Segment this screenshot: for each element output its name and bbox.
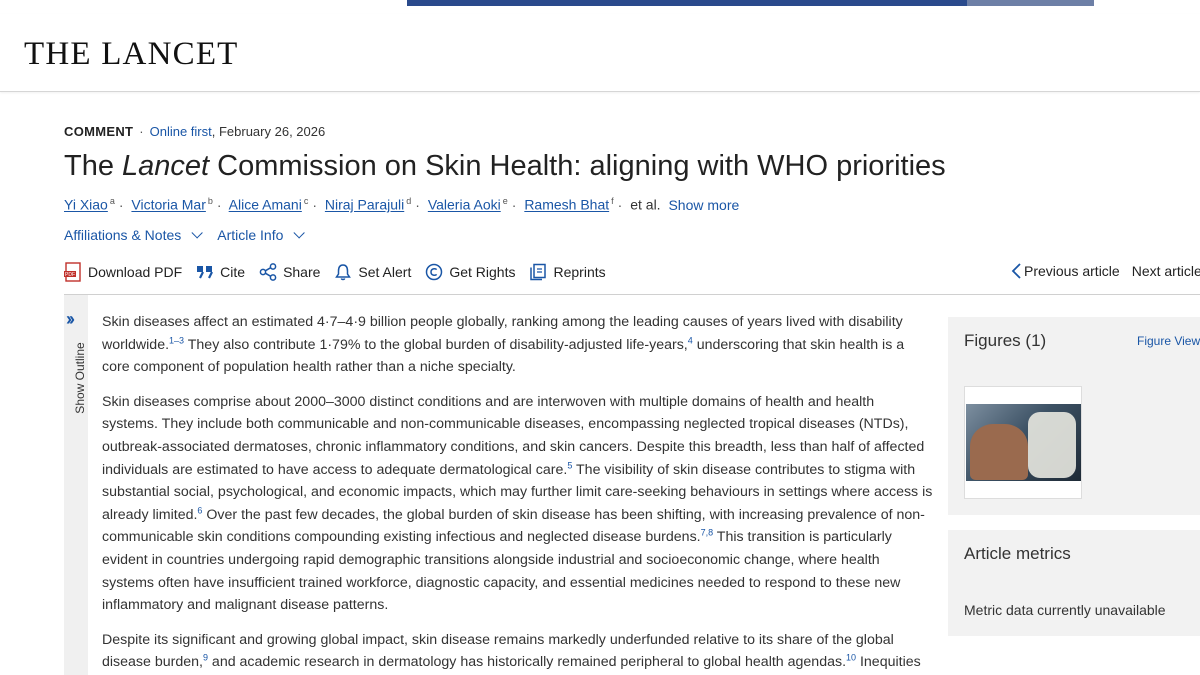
- figure-thumbnail[interactable]: [964, 386, 1082, 499]
- title-journal-name: Lancet: [122, 150, 210, 182]
- previous-article-label: Previous article: [1024, 263, 1120, 279]
- separator-dot: ·: [216, 196, 222, 213]
- publish-date: , February 26, 2026: [211, 124, 326, 139]
- author-list: Yi Xiao a · Victoria Mar b · Alice Amani c · N…: [64, 196, 739, 213]
- author-link[interactable]: Ramesh Bhat: [524, 197, 609, 213]
- download-pdf-button[interactable]: PDF Download PDF: [64, 262, 182, 282]
- affiliation-marker: c: [303, 196, 309, 206]
- author-link[interactable]: Victoria Mar: [131, 197, 205, 213]
- author-link[interactable]: Alice Amani: [229, 197, 302, 213]
- paragraph: Skin diseases comprise about 2000–3000 d…: [102, 391, 934, 617]
- reference-link[interactable]: 10: [846, 653, 856, 663]
- share-button[interactable]: Share: [259, 263, 320, 281]
- get-rights-button[interactable]: Get Rights: [425, 263, 515, 281]
- chevron-left-icon: [1011, 263, 1021, 279]
- et-al: et al.: [630, 196, 661, 213]
- quote-icon: [197, 266, 214, 279]
- separator-dot: ·: [118, 196, 124, 213]
- show-outline-tab[interactable]: ›› Show Outline: [64, 295, 88, 675]
- paragraph: Skin diseases affect an estimated 4·7–4·…: [102, 311, 934, 379]
- set-alert-button[interactable]: Set Alert: [334, 263, 411, 281]
- article-info-toggle[interactable]: Article Info: [217, 227, 306, 243]
- affiliation-marker: f: [611, 196, 614, 206]
- affiliation-marker: b: [207, 196, 213, 206]
- article-body: Skin diseases affect an estimated 4·7–4·…: [102, 311, 934, 675]
- bell-icon: [335, 264, 352, 281]
- cite-button[interactable]: Cite: [196, 264, 245, 280]
- separator-dot: ·: [139, 124, 144, 139]
- affiliations-label: Affiliations & Notes: [64, 227, 182, 243]
- reference-link[interactable]: 7,8: [701, 528, 714, 538]
- set-alert-label: Set Alert: [358, 264, 412, 280]
- author-link[interactable]: Niraj Parajuli: [325, 197, 404, 213]
- separator-dot: ·: [415, 196, 420, 213]
- article-type-line: COMMENT · Online first, February 26, 2026: [64, 124, 325, 139]
- online-first-link[interactable]: Online first: [150, 124, 212, 139]
- affiliations-toggle[interactable]: Affiliations & Notes: [64, 227, 204, 243]
- separator-dot: ·: [617, 196, 623, 213]
- reprints-icon: [530, 263, 547, 281]
- title-part: The: [64, 150, 123, 182]
- download-pdf-label: Download PDF: [88, 264, 183, 280]
- separator-dot: ·: [312, 196, 317, 213]
- article-info-label: Article Info: [217, 227, 284, 243]
- title-part: Commission on Skin Health: aligning with…: [209, 150, 946, 182]
- text-run: and academic research in dermatology has…: [207, 654, 847, 671]
- site-header: THE LANCET: [0, 14, 1200, 92]
- copyright-icon: [426, 263, 443, 281]
- next-article-link[interactable]: Next article: [1132, 263, 1200, 279]
- advertisement-image: [967, 0, 1094, 6]
- article-title: The Lancet Commission on Skin Health: al…: [64, 150, 946, 183]
- figures-heading: Figures (1): [964, 331, 1047, 350]
- share-icon: [259, 263, 277, 281]
- affiliation-marker: e: [502, 196, 508, 206]
- paragraph: Despite its significant and growing glob…: [102, 629, 934, 674]
- previous-article-link[interactable]: Previous article: [1010, 262, 1120, 280]
- article-metrics-panel: Article metrics Metric data currently un…: [948, 530, 1200, 636]
- metrics-status: Metric data currently unavailable: [964, 602, 1166, 618]
- reprints-label: Reprints: [553, 264, 606, 280]
- reference-link[interactable]: 1–3: [169, 335, 184, 345]
- text-run: They also contribute 1·79% to the global…: [184, 336, 688, 353]
- chevron-down-icon: [293, 227, 306, 239]
- lancet-logo[interactable]: THE LANCET: [24, 36, 239, 73]
- article-meta-links: Affiliations & Notes Article Info: [64, 227, 306, 243]
- show-outline-label: Show Outline: [73, 342, 87, 414]
- article-metrics-heading: Article metrics: [964, 544, 1071, 563]
- figures-panel: Figures (1) Figure Viewer: [948, 317, 1200, 515]
- affiliation-marker: a: [109, 196, 115, 206]
- advertisement-banner[interactable]: [407, 0, 1094, 6]
- article-navigation: Previous article Next article: [1010, 262, 1200, 280]
- svg-text:PDF: PDF: [65, 272, 75, 278]
- article-type: COMMENT: [64, 124, 134, 139]
- author-link[interactable]: Yi Xiao: [64, 197, 108, 213]
- figure-image-detail: [970, 424, 1028, 480]
- chevron-down-icon: [191, 227, 204, 239]
- figure-image-detail: [1028, 412, 1076, 478]
- figure-viewer-link[interactable]: Figure Viewer: [1137, 334, 1200, 348]
- toolbar-divider: [64, 294, 1200, 295]
- reprints-button[interactable]: Reprints: [529, 263, 606, 281]
- share-label: Share: [283, 264, 321, 280]
- show-more-authors-link[interactable]: Show more: [668, 197, 739, 213]
- pdf-icon: PDF: [64, 262, 81, 282]
- cite-label: Cite: [220, 264, 246, 280]
- affiliation-marker: d: [406, 196, 412, 206]
- get-rights-label: Get Rights: [449, 264, 516, 280]
- text-run: Inequities: [856, 654, 921, 671]
- double-chevron-right-icon: ››: [66, 309, 75, 329]
- article-toolbar: PDF Download PDF Cite Share Set Alert Ge…: [64, 262, 620, 282]
- figure-image: [966, 404, 1081, 481]
- separator-dot: ·: [511, 196, 517, 213]
- author-link[interactable]: Valeria Aoki: [428, 197, 501, 213]
